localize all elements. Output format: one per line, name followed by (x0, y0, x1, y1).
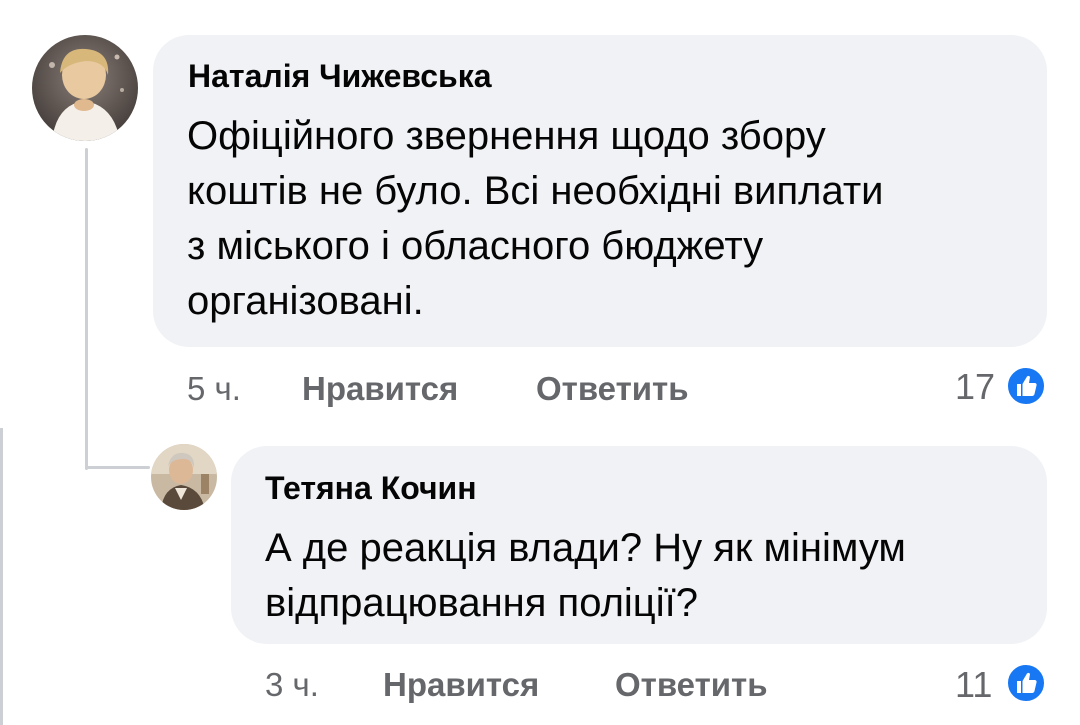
avatar[interactable] (32, 35, 138, 141)
user-avatar-icon (151, 444, 217, 510)
comment-timestamp[interactable]: 5 ч. (187, 370, 241, 408)
comment-timestamp[interactable]: 3 ч. (265, 666, 319, 704)
comment-text: Офіційного звернення щодо збору коштів н… (187, 114, 884, 323)
comment-author[interactable]: Наталія Чижевська (188, 58, 492, 95)
comment-text: А де реакція влади? Ну як мінімум відпра… (265, 526, 906, 625)
avatar[interactable] (151, 444, 217, 510)
timestamp-text: 3 ч. (265, 666, 319, 703)
thread-connector-horizontal (85, 466, 150, 469)
thread-connector-vertical (85, 148, 88, 470)
user-avatar-icon (32, 35, 138, 141)
timestamp-text: 5 ч. (187, 370, 241, 407)
thread-edge-line (0, 428, 3, 725)
comment-bubble: Наталія Чижевська Офіційного звернення щ… (153, 35, 1047, 347)
like-button[interactable]: Нравится (302, 370, 458, 408)
like-thumb-icon[interactable] (1006, 663, 1046, 703)
like-button[interactable]: Нравится (383, 666, 539, 704)
comment-author[interactable]: Тетяна Кочин (265, 470, 477, 507)
comment-bubble: Тетяна Кочин А де реакція влади? Ну як м… (231, 446, 1047, 644)
reply-button[interactable]: Ответить (536, 370, 689, 408)
reaction-count[interactable]: 17 (955, 366, 995, 408)
reaction-count[interactable]: 11 (955, 664, 992, 706)
reply-button[interactable]: Ответить (615, 666, 768, 704)
like-thumb-icon[interactable] (1006, 366, 1046, 406)
